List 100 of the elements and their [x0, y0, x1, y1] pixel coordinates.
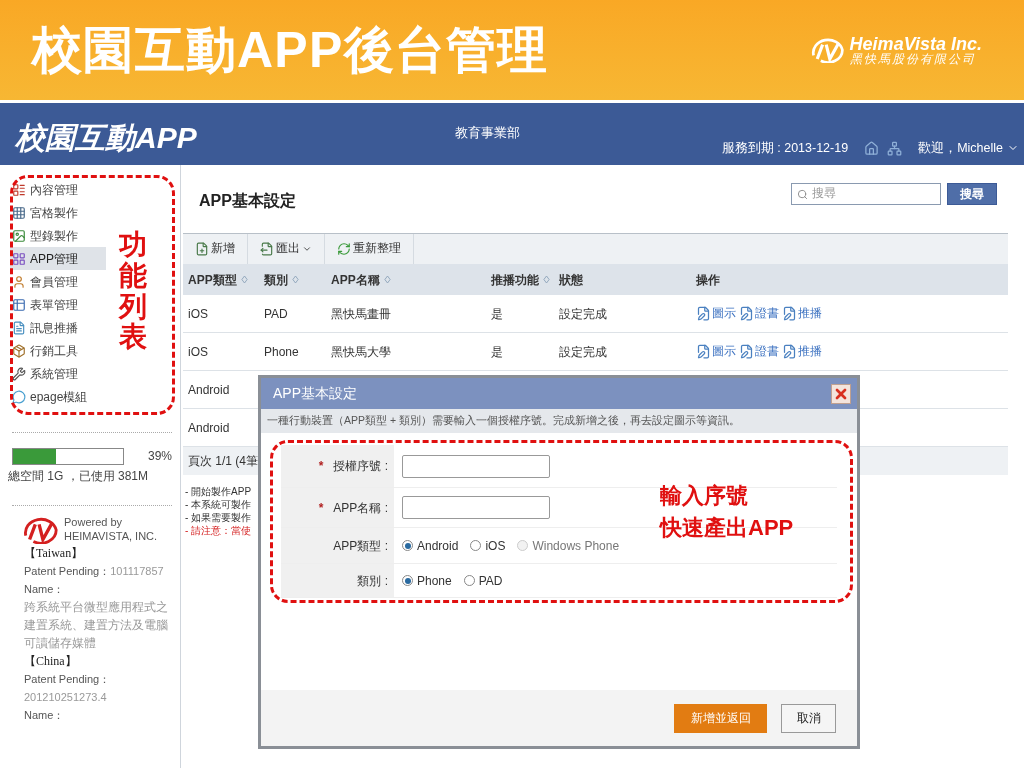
required-mark: *	[318, 499, 324, 517]
edit-icon	[696, 344, 711, 359]
radio-option[interactable]: PAD	[463, 571, 503, 590]
table-cell: Android	[188, 420, 230, 435]
refresh-icon	[337, 242, 351, 256]
column-header: APP名稱	[331, 271, 380, 289]
caret-icon	[302, 244, 312, 254]
user-menu[interactable]: 歡迎，Michelle	[918, 139, 1019, 158]
patent-pending-label: Patent Pending：	[24, 672, 111, 687]
home-icon[interactable]	[864, 140, 880, 156]
expiry-date: 服務到期 : 2013-12-19	[721, 140, 849, 157]
file-plus-icon	[195, 242, 209, 256]
list-icon	[12, 182, 26, 197]
dialog-title: APP基本設定	[273, 384, 357, 403]
note-text: - 開始製作APP	[185, 485, 252, 498]
action-link[interactable]: 圖示	[696, 304, 736, 323]
sidebar-item[interactable]: 行銷工具	[10, 339, 106, 362]
table-cell: 是	[491, 344, 503, 359]
edit-icon	[739, 344, 754, 359]
tiles-icon	[12, 251, 26, 266]
patent-number: 101117857	[110, 564, 164, 579]
table-cell: iOS	[188, 344, 208, 359]
edit-icon	[696, 306, 711, 321]
patent-pending-label: Patent Pending：	[24, 564, 111, 579]
radio-option[interactable]: Android	[402, 536, 459, 555]
action-link[interactable]: 證書	[739, 342, 779, 361]
sort-icon[interactable]	[383, 275, 391, 284]
search-field[interactable]: 搜尋	[791, 183, 941, 205]
annotation-text: 輸入序號	[660, 482, 749, 510]
table-cell: 設定完成	[559, 344, 607, 359]
edit-icon	[782, 344, 797, 359]
patent-name: 跨系統平台微型應用程式之建置系統、建置方法及電腦可讀儲存媒體	[24, 600, 169, 651]
image-icon	[12, 228, 26, 243]
column-header: 推播功能	[491, 271, 539, 289]
dialog-hint: 一種行動裝置（APP類型 + 類別）需要輸入一個授權序號。完成新增之後，再去設定圖示等資訊。	[267, 413, 740, 429]
note-text: - 請注意：當使	[185, 524, 252, 537]
cancel-button[interactable]: 取消	[781, 703, 836, 733]
sidebar-item[interactable]: epage模組	[10, 385, 106, 408]
wrench-icon	[12, 366, 26, 381]
page-title: APP基本設定	[199, 191, 296, 211]
table-cell: iOS	[188, 306, 208, 321]
sidebar-item[interactable]: 系統管理	[10, 362, 106, 385]
action-link[interactable]: 推播	[782, 304, 822, 323]
patent-region: 【China】	[24, 653, 78, 670]
edit-icon	[782, 306, 797, 321]
sidebar-item[interactable]: 內容管理	[10, 178, 106, 201]
field-label: APP類型 :	[333, 537, 388, 555]
action-link[interactable]: 圖示	[696, 342, 736, 361]
required-mark: *	[318, 458, 324, 475]
department-label: 教育事業部	[455, 124, 520, 142]
sidebar-item[interactable]: 訊息推播	[10, 316, 106, 339]
sort-icon[interactable]	[240, 275, 248, 284]
document-icon	[12, 320, 26, 335]
table-cell: 設定完成	[559, 306, 607, 321]
powered-by-logo-icon	[22, 516, 60, 544]
action-link[interactable]: 推播	[782, 342, 822, 361]
sitemap-icon[interactable]	[887, 140, 903, 156]
note-text: - 如果需要製作	[185, 511, 252, 524]
company-name: HeimaVista Inc.	[849, 35, 982, 53]
action-link[interactable]: 證書	[739, 304, 779, 323]
search-input[interactable]: 搜尋	[812, 185, 922, 203]
field-label: 類別 :	[357, 572, 388, 590]
radio-option[interactable]: Phone	[402, 571, 452, 590]
sidebar-item[interactable]: 型錄製作	[10, 224, 106, 247]
search-button[interactable]: 搜尋	[947, 183, 997, 205]
sidebar-item[interactable]: 會員管理	[10, 270, 106, 293]
column-header: 操作	[696, 271, 720, 289]
table-cell: 黑快馬大學	[331, 344, 391, 359]
input-field[interactable]	[402, 454, 550, 478]
sort-icon[interactable]	[292, 275, 299, 284]
company-local-name: 黑快馬股份有限公司	[849, 53, 977, 65]
patent-name-label: Name：	[24, 708, 66, 723]
export-icon	[260, 242, 274, 256]
sidebar-item[interactable]: 宮格製作	[10, 201, 106, 224]
close-button[interactable]	[831, 383, 851, 404]
package-icon	[12, 343, 26, 358]
grid-icon	[12, 205, 26, 220]
field-label: APP名稱 :	[333, 499, 388, 517]
slide-title: 校園互動APP後台管理	[32, 20, 549, 80]
table-cell: 是	[491, 306, 503, 321]
powered-by-company: HEIMAVISTA, INC.	[64, 530, 158, 544]
table-icon	[12, 297, 26, 312]
patent-region: 【Taiwan】	[24, 545, 85, 562]
field-label: 授權序號 :	[333, 458, 388, 475]
sidebar-item[interactable]: 表單管理	[10, 293, 106, 316]
column-header: APP類型	[188, 271, 237, 289]
powered-by-text: Powered by	[64, 516, 124, 530]
patent-name-label: Name：	[24, 582, 66, 597]
input-field[interactable]	[402, 496, 550, 519]
sort-icon[interactable]	[543, 275, 550, 284]
table-cell: Phone	[264, 344, 299, 359]
user-icon	[12, 274, 26, 289]
table-cell: PAD	[264, 306, 288, 321]
patent-number: 201210251273.4	[24, 690, 107, 705]
radio-option[interactable]: iOS	[470, 536, 506, 555]
chat-icon	[12, 389, 26, 404]
edit-icon	[739, 306, 754, 321]
sidebar-item[interactable]: APP管理	[10, 247, 106, 270]
annotation-text: 功能列表	[119, 230, 147, 354]
app-logo: 校園互動APP	[15, 120, 198, 156]
